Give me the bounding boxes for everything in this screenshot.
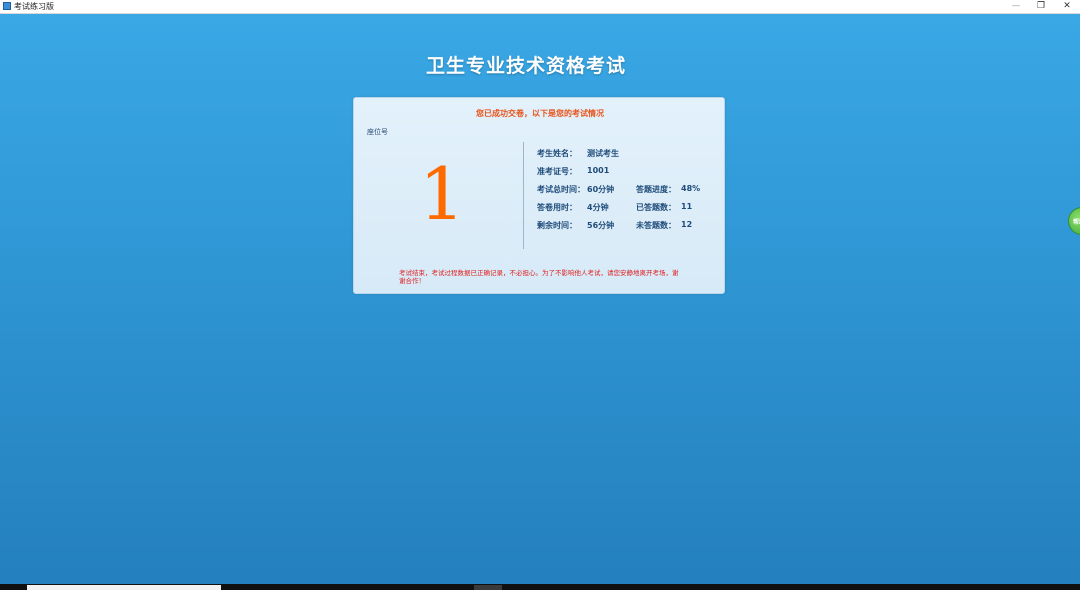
window-title: 考试练习版 <box>14 2 54 11</box>
remaining-time-label: 剩余时间： <box>537 221 577 230</box>
progress-value: 48% <box>681 184 701 193</box>
seat-label: 座位号 <box>367 128 388 136</box>
close-button[interactable]: ✕ <box>1054 0 1080 13</box>
used-time-label: 答卷用时： <box>537 203 577 212</box>
answered-label: 已答题数： <box>636 203 676 212</box>
app-icon <box>3 2 11 10</box>
help-float-label: 帮助 <box>1073 219 1080 226</box>
progress-label: 答题进度： <box>636 185 676 194</box>
restore-button[interactable]: ❐ <box>1028 0 1054 13</box>
total-time-label: 考试总时间： <box>537 185 585 194</box>
window-titlebar: 考试练习版 — ❐ ✕ <box>0 0 1080 14</box>
result-card: 您已成功交卷，以下是您的考试情况 座位号 1 考生姓名： 测试考生 准考证号： … <box>353 97 725 294</box>
exam-id-value: 1001 <box>587 166 610 175</box>
divider <box>523 142 524 249</box>
total-time-value: 60分钟 <box>587 185 615 194</box>
help-float-button[interactable]: 帮助 <box>1068 207 1080 235</box>
used-time-value: 4分钟 <box>587 203 609 212</box>
submission-success-header: 您已成功交卷，以下是您的考试情况 <box>476 109 604 118</box>
unanswered-label: 未答题数： <box>636 221 676 230</box>
taskbar-search[interactable] <box>27 585 221 590</box>
remaining-time-value: 56分钟 <box>587 221 615 230</box>
name-label: 考生姓名： <box>537 149 577 158</box>
page-title: 卫生专业技术资格考试 <box>425 55 626 77</box>
answered-value: 11 <box>681 202 693 211</box>
exam-id-label: 准考证号： <box>537 167 577 176</box>
taskbar <box>0 584 1080 590</box>
name-value: 测试考生 <box>587 149 619 158</box>
exam-end-notice: 考试结束，考试过程数据已正确记录，不必担心。为了不影响他人考试，请您安静地离开考… <box>399 269 679 285</box>
minimize-button[interactable]: — <box>1003 0 1029 13</box>
unanswered-value: 12 <box>681 220 693 229</box>
taskbar-active-app[interactable] <box>474 585 502 590</box>
seat-number: 1 <box>419 152 465 236</box>
